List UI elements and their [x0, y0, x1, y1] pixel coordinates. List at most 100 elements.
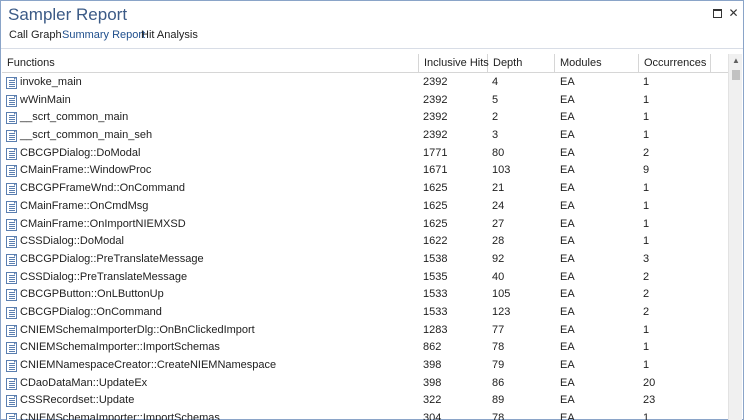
report-tabs: Call Graph Summary Report Hit Analysis [1, 27, 743, 47]
column-header-occurrences[interactable]: Occurrences [639, 54, 711, 73]
table-row[interactable]: CNIEMSchemaImporterDlg::OnBnClickedImpor… [2, 322, 727, 340]
occurrences-cell: 2 [643, 305, 650, 318]
table-row[interactable]: CMainFrame::OnCmdMsg 1625 24 EA 1 [2, 198, 727, 216]
occurrences-cell: 1 [643, 93, 650, 106]
table-body: invoke_main 2392 4 EA 1 wWinMain 2392 5 EA 1 __scr… [2, 74, 727, 420]
table-row[interactable]: CBCGPDialog::OnCommand 1533 123 EA 2 [2, 304, 727, 322]
function-document-icon [6, 112, 17, 125]
depth-cell: 78 [492, 412, 505, 420]
module-cell: EA [560, 129, 575, 142]
depth-cell: 3 [492, 129, 499, 142]
function-document-icon [6, 360, 17, 372]
function-name-cell: __scrt_common_main_seh [20, 129, 153, 142]
module-cell: EA [560, 270, 575, 283]
function-name-cell: CNIEMSchemaImporter::ImportSchemas [20, 412, 220, 420]
occurrences-cell: 2 [643, 146, 650, 159]
table-row[interactable]: CBCGPButton::OnLButtonUp 1533 105 EA 2 [2, 286, 727, 304]
function-name-cell: CNIEMSchemaImporter::ImportSchemas [20, 341, 220, 354]
depth-cell: 2 [492, 111, 499, 124]
depth-cell: 5 [492, 93, 499, 106]
depth-cell: 4 [492, 76, 499, 88]
function-document-icon [6, 271, 17, 284]
function-document-icon [6, 130, 17, 143]
table-row[interactable]: CNIEMSchemaImporter::ImportSchemas 862 78 E… [2, 339, 727, 357]
function-document-icon [6, 324, 17, 337]
inclusive-hits-cell: 1283 [423, 323, 448, 336]
function-document-icon [6, 236, 17, 249]
table-row[interactable]: wWinMain 2392 5 EA 1 [2, 92, 727, 110]
occurrences-cell: 2 [643, 288, 650, 301]
function-document-icon [6, 183, 17, 196]
table-row[interactable]: CMainFrame::WindowProc 1671 103 EA 9 [2, 162, 727, 180]
function-document-icon [6, 165, 17, 178]
inclusive-hits-cell: 304 [423, 412, 442, 420]
inclusive-hits-cell: 398 [423, 376, 442, 389]
depth-cell: 79 [492, 359, 505, 371]
tab-call-graph[interactable]: Call Graph [9, 29, 62, 41]
depth-cell: 77 [492, 323, 505, 336]
module-cell: EA [560, 359, 575, 371]
column-header-functions[interactable]: Functions [2, 54, 419, 73]
function-document-icon [6, 253, 17, 266]
module-cell: EA [560, 76, 575, 88]
occurrences-cell: 1 [643, 323, 650, 336]
tab-summary-report[interactable]: Summary Report [62, 29, 145, 41]
module-cell: EA [560, 376, 575, 389]
column-header-depth[interactable]: Depth [488, 54, 555, 73]
table-row[interactable]: CNIEMSchemaImporter::ImportSchemas 304 78 E… [2, 410, 727, 420]
function-name-cell: CBCGPDialog::DoModal [20, 146, 141, 159]
depth-cell: 24 [492, 199, 505, 212]
inclusive-hits-cell: 2392 [423, 76, 448, 88]
table-row[interactable]: CNIEMNamespaceCreator::CreateNIEMNamespa… [2, 357, 727, 375]
table-row[interactable]: CSSDialog::PreTranslateMessage 1535 40 EA 2 [2, 269, 727, 287]
inclusive-hits-cell: 1622 [423, 235, 448, 248]
table-row[interactable]: CDaoDataMan::UpdateEx 398 86 EA 20 [2, 375, 727, 393]
table-row[interactable]: CSSRecordset::Update 322 89 EA 23 [2, 392, 727, 410]
module-cell: EA [560, 164, 575, 177]
scrollbar-thumb[interactable] [732, 70, 740, 80]
depth-cell: 86 [492, 376, 505, 389]
inclusive-hits-cell: 2392 [423, 129, 448, 142]
depth-cell: 21 [492, 182, 505, 195]
table-row[interactable]: __scrt_common_main_seh 2392 3 EA 1 [2, 127, 727, 145]
sampler-report-window: Sampler Report ✕ Call Graph Summary Repo… [0, 0, 744, 420]
inclusive-hits-cell: 1625 [423, 217, 448, 230]
function-name-cell: CMainFrame::OnImportNIEMXSD [20, 217, 186, 230]
inclusive-hits-cell: 1538 [423, 252, 448, 265]
depth-cell: 105 [492, 288, 511, 301]
inclusive-hits-cell: 1671 [423, 164, 448, 177]
depth-cell: 78 [492, 341, 505, 354]
column-header-modules[interactable]: Modules [555, 54, 639, 73]
module-cell: EA [560, 217, 575, 230]
tab-separator [1, 48, 743, 49]
inclusive-hits-cell: 1625 [423, 182, 448, 195]
occurrences-cell: 23 [643, 394, 656, 407]
module-cell: EA [560, 199, 575, 212]
tab-hit-analysis[interactable]: Hit Analysis [141, 29, 198, 41]
inclusive-hits-cell: 1625 [423, 199, 448, 212]
table-row[interactable]: CSSDialog::DoModal 1622 28 EA 1 [2, 233, 727, 251]
function-name-cell: CMainFrame::WindowProc [20, 164, 152, 177]
inclusive-hits-cell: 2392 [423, 111, 448, 124]
function-document-icon [6, 289, 17, 302]
table-row[interactable]: CBCGPDialog::DoModal 1771 80 EA 2 [2, 145, 727, 163]
occurrences-cell: 3 [643, 252, 650, 265]
table-row[interactable]: __scrt_common_main 2392 2 EA 1 [2, 109, 727, 127]
module-cell: EA [560, 305, 575, 318]
table-row[interactable]: CBCGPFrameWnd::OnCommand 1625 21 EA 1 [2, 180, 727, 198]
vertical-scrollbar[interactable]: ▲ [728, 54, 742, 420]
function-document-icon [6, 377, 17, 390]
table-row[interactable]: invoke_main 2392 4 EA 1 [2, 74, 727, 92]
inclusive-hits-cell: 1535 [423, 270, 448, 283]
function-name-cell: CMainFrame::OnCmdMsg [20, 199, 149, 212]
table-row[interactable]: CBCGPDialog::PreTranslateMessage 1538 92 EA… [2, 251, 727, 269]
table-row[interactable]: CMainFrame::OnImportNIEMXSD 1625 27 EA 1 [2, 216, 727, 234]
module-cell: EA [560, 235, 575, 248]
function-name-cell: CSSDialog::DoModal [20, 235, 124, 248]
function-document-icon [6, 77, 17, 89]
column-header-inclusive-hits[interactable]: Inclusive Hits [419, 54, 489, 73]
restore-window-icon[interactable] [711, 7, 724, 20]
close-icon[interactable]: ✕ [727, 7, 740, 20]
scroll-up-arrow-icon[interactable]: ▲ [729, 54, 742, 68]
function-document-icon [6, 200, 17, 213]
